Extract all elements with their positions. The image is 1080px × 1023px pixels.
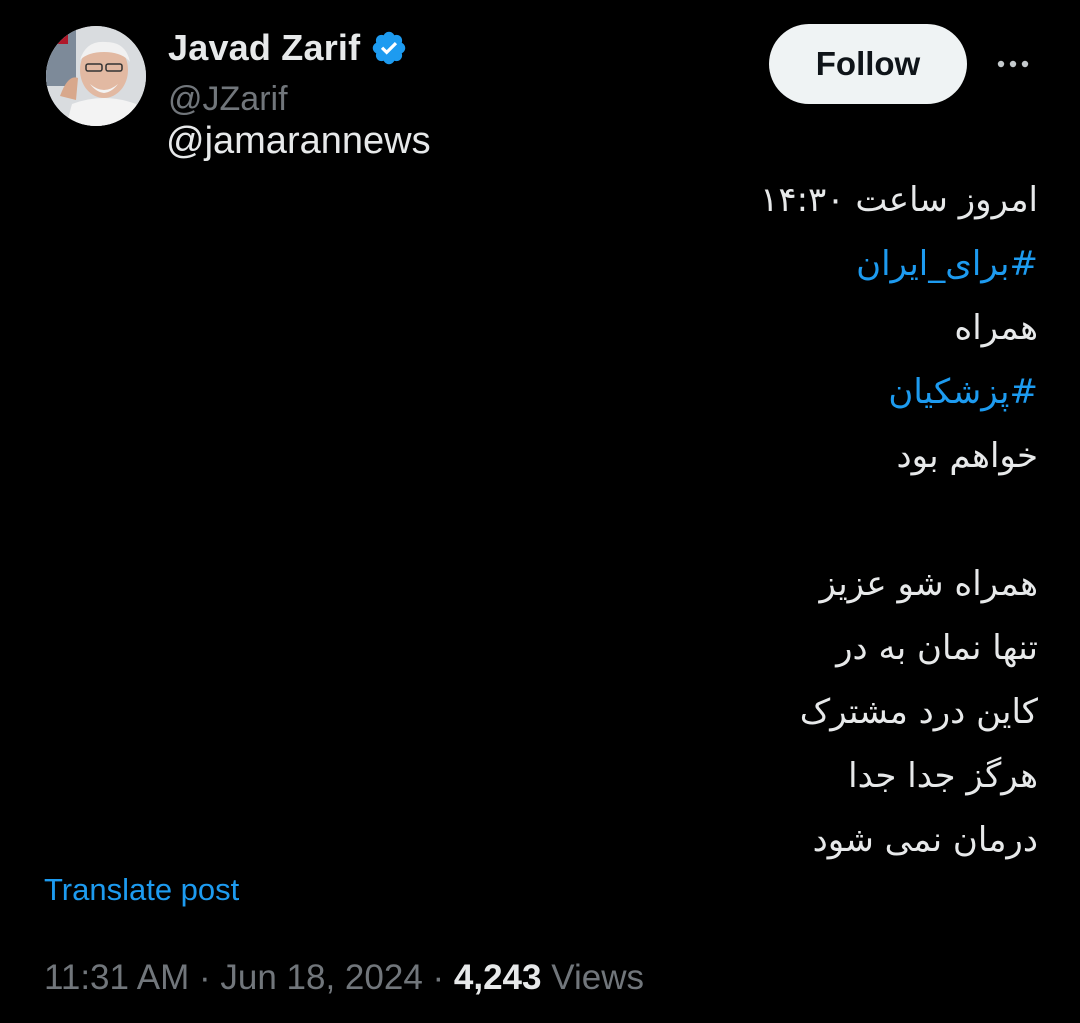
tweet-line: هرگز جدا جدا xyxy=(848,756,1038,796)
tweet-line: خواهم بود xyxy=(896,436,1038,476)
tweet-date[interactable]: Jun 18, 2024 xyxy=(220,958,422,997)
tweet-time[interactable]: 11:31 AM xyxy=(44,958,189,997)
tweet-text: امروز ساعت ۱۴:۳۰ #برای_ایران همراه #پزشک… xyxy=(338,168,1038,872)
profile-photo-icon xyxy=(46,26,146,126)
author-name-row[interactable]: Javad Zarif xyxy=(168,26,408,70)
tweet-line: امروز ساعت ۱۴:۳۰ xyxy=(760,180,1038,220)
tweet-line: تنها نمان به در xyxy=(836,628,1038,668)
views-count: 4,243 xyxy=(453,958,542,997)
more-options-icon[interactable] xyxy=(990,44,1036,84)
display-name[interactable]: Javad Zarif xyxy=(168,27,360,69)
translate-post-link[interactable]: Translate post xyxy=(44,872,239,908)
views-label: Views xyxy=(551,958,644,997)
hashtag-link[interactable]: #پزشکیان xyxy=(338,360,1038,424)
tweet-line: همراه xyxy=(954,308,1038,348)
meta-separator: · xyxy=(189,958,221,997)
tweet-line: درمان نمی شود xyxy=(812,820,1038,860)
tweet-line: کاین درد مشترک xyxy=(799,692,1038,732)
follow-button[interactable]: Follow xyxy=(769,24,967,104)
hashtag-link[interactable]: #برای_ایران xyxy=(338,232,1038,296)
author-handle[interactable]: @JZarif xyxy=(168,80,288,119)
verified-badge-icon xyxy=(370,29,408,67)
reply-to-mention[interactable]: @jamarannews xyxy=(166,120,431,163)
meta-separator: · xyxy=(422,958,454,997)
avatar[interactable] xyxy=(46,26,146,126)
tweet-meta: 11:31 AM · Jun 18, 2024 · 4,243 Views xyxy=(44,958,644,998)
tweet-line: همراه شو عزیز xyxy=(819,564,1038,604)
